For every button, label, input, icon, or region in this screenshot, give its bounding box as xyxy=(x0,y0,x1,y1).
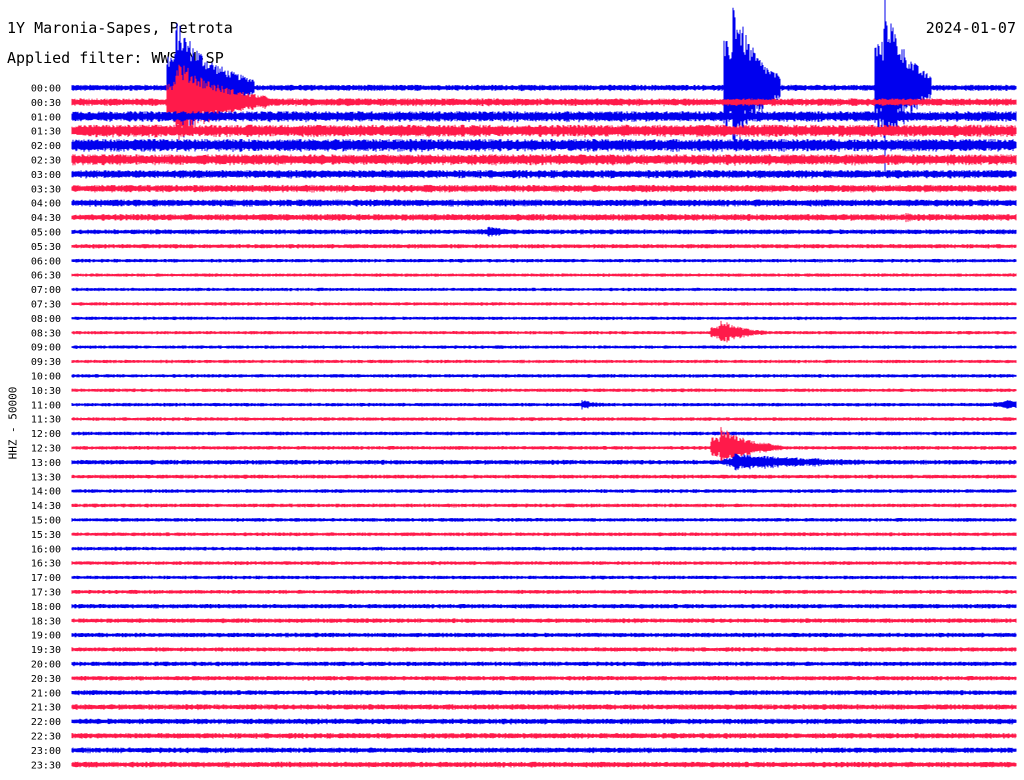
row-time-label: 20:30 xyxy=(31,674,61,685)
trace-row-0400 xyxy=(71,199,1017,207)
trace-row-1630 xyxy=(71,561,1017,566)
row-time-label: 22:30 xyxy=(31,732,61,743)
trace-row-2300 xyxy=(71,747,1017,754)
trace-row-1130 xyxy=(71,417,1017,422)
row-time-label: 16:30 xyxy=(31,559,61,570)
row-time-label: 12:00 xyxy=(31,429,61,440)
trace-row-1800 xyxy=(71,604,1017,609)
trace-row-2200 xyxy=(71,718,1017,725)
trace-row-1000 xyxy=(71,374,1017,378)
trace-row-0930 xyxy=(71,359,1017,364)
trace-row-1030 xyxy=(71,388,1017,393)
trace-row-0800 xyxy=(71,316,1017,321)
helicorder-plot: 00:00 00:30 01:00 01:30 02:00 02:30 03:00 03:30… xyxy=(31,0,1017,771)
trace-row-1100 xyxy=(71,400,1017,410)
row-time-label: 13:00 xyxy=(31,458,61,469)
trace-row-0430 xyxy=(71,213,1017,223)
trace-row-1600 xyxy=(71,546,1017,551)
trace-row-0830 xyxy=(71,320,1017,343)
row-time-label: 03:30 xyxy=(31,184,61,195)
trace-row-0730 xyxy=(71,302,1017,306)
row-time-label: 02:30 xyxy=(31,156,61,167)
row-time-label: 05:30 xyxy=(31,242,61,253)
row-time-label: 10:30 xyxy=(31,386,61,397)
trace-row-2130 xyxy=(71,704,1017,711)
trace-row-0530 xyxy=(71,244,1017,249)
trace-row-0200 xyxy=(71,139,1017,153)
row-time-label: 15:00 xyxy=(31,516,61,527)
row-time-label: 19:30 xyxy=(31,645,61,656)
row-time-label: 14:00 xyxy=(31,487,61,498)
row-time-label: 23:00 xyxy=(31,746,61,757)
row-time-label: 19:00 xyxy=(31,631,61,642)
trace-row-1430 xyxy=(71,503,1017,508)
trace-row-0330 xyxy=(71,184,1017,193)
trace-row-1200 xyxy=(71,431,1017,436)
row-time-label: 04:00 xyxy=(31,199,61,210)
row-time-label: 01:30 xyxy=(31,127,61,138)
row-time-label: 08:30 xyxy=(31,328,61,339)
trace-row-1700 xyxy=(71,575,1017,580)
row-time-label: 11:00 xyxy=(31,400,61,411)
row-time-label: 07:00 xyxy=(31,285,61,296)
row-time-label: 21:00 xyxy=(31,688,61,699)
row-time-label: 18:00 xyxy=(31,602,61,613)
row-time-label: 18:30 xyxy=(31,616,61,627)
row-time-label: 16:00 xyxy=(31,544,61,555)
row-time-label: 17:30 xyxy=(31,588,61,599)
row-time-label: 00:00 xyxy=(31,84,61,95)
row-time-label: 06:00 xyxy=(31,256,61,267)
trace-row-1330 xyxy=(71,474,1017,479)
row-time-label: 04:30 xyxy=(31,213,61,224)
trace-row-0130 xyxy=(71,124,1017,138)
trace-row-1400 xyxy=(71,489,1017,494)
trace-row-2330 xyxy=(71,761,1017,768)
trace-row-0600 xyxy=(71,258,1017,263)
trace-row-0900 xyxy=(71,345,1017,349)
row-time-label: 14:30 xyxy=(31,501,61,512)
row-time-label: 09:00 xyxy=(31,343,61,354)
trace-row-2030 xyxy=(71,676,1017,681)
row-time-label: 15:30 xyxy=(31,530,61,541)
row-time-label: 02:00 xyxy=(31,141,61,152)
row-time-label: 13:30 xyxy=(31,472,61,483)
row-time-label: 03:00 xyxy=(31,170,61,181)
row-time-label: 09:30 xyxy=(31,357,61,368)
trace-row-2100 xyxy=(71,690,1017,696)
row-time-label: 21:30 xyxy=(31,703,61,714)
row-time-label: 12:30 xyxy=(31,444,61,455)
row-time-label: 22:00 xyxy=(31,717,61,728)
trace-row-0300 xyxy=(71,170,1017,179)
trace-row-1730 xyxy=(71,589,1017,595)
row-time-label: 10:00 xyxy=(31,372,61,383)
trace-row-1930 xyxy=(71,647,1017,652)
trace-row-0500 xyxy=(71,226,1017,237)
row-time-label: 05:00 xyxy=(31,228,61,239)
row-time-label: 08:00 xyxy=(31,314,61,325)
trace-row-1300 xyxy=(71,453,1017,471)
trace-row-2000 xyxy=(71,661,1017,667)
trace-row-1900 xyxy=(71,632,1017,638)
row-time-label: 07:30 xyxy=(31,300,61,311)
trace-row-1830 xyxy=(71,618,1017,624)
trace-row-2230 xyxy=(71,733,1017,739)
row-time-label: 01:00 xyxy=(31,112,61,123)
row-time-label: 11:30 xyxy=(31,415,61,426)
row-time-label: 23:30 xyxy=(31,760,61,771)
row-time-label: 20:00 xyxy=(31,660,61,671)
trace-row-0630 xyxy=(71,273,1017,277)
row-time-label: 06:30 xyxy=(31,271,61,282)
trace-row-1530 xyxy=(71,532,1017,537)
trace-row-1500 xyxy=(71,518,1017,522)
row-time-label: 17:00 xyxy=(31,573,61,584)
trace-row-0700 xyxy=(71,287,1017,292)
trace-row-0230 xyxy=(71,154,1017,166)
row-time-label: 00:30 xyxy=(31,98,61,109)
